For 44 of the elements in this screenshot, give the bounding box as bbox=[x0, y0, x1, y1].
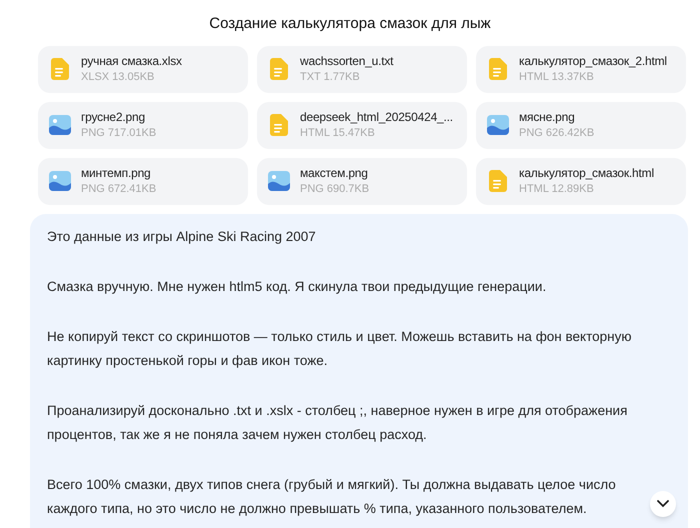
file-name: макстем.png bbox=[300, 165, 369, 182]
file-name: грусне2.png bbox=[81, 109, 146, 126]
file-card[interactable]: грусне2.png PNG 717.01KB bbox=[38, 102, 248, 148]
message-paragraph: Это данные из игры Alpine Ski Racing 2007 bbox=[47, 228, 317, 246]
file-card[interactable]: минтемп.png PNG 672.41KB bbox=[38, 158, 248, 204]
file-name: deepseek_html_20250424_... bbox=[300, 109, 453, 126]
file-meta: HTML 13.37KB bbox=[519, 70, 595, 85]
file-card[interactable]: калькулятор_смазок_2.html HTML 13.37KB bbox=[476, 46, 686, 92]
file-name: калькулятор_смазок_2.html bbox=[519, 53, 667, 70]
message-paragraph: Проанализируй досконально .txt и .xslx - столбец ;, наверное нужен в игре для отображения процентов, так же я не поняла зачем нужен столбец расход. bbox=[47, 402, 628, 444]
file-meta: PNG 626.42KB bbox=[519, 126, 594, 141]
file-meta: HTML 15.47KB bbox=[300, 126, 376, 141]
image-icon bbox=[268, 171, 290, 191]
file-card[interactable]: ручная смазка.xlsx XLSX 13.05KB bbox=[38, 46, 248, 92]
file-meta: PNG 717.01KB bbox=[81, 126, 156, 141]
file-card[interactable]: deepseek_html_20250424_... HTML 15.47KB bbox=[257, 102, 467, 148]
message-paragraph: Не копируй текст со скриншотов — только стиль и цвет. Можешь вставить на фон векторную картинку простенькой горы и фав икон тоже. bbox=[47, 328, 632, 370]
image-icon bbox=[487, 115, 509, 135]
file-meta: TXT 1.77KB bbox=[300, 70, 361, 85]
chevron-down-icon bbox=[657, 500, 669, 508]
document-icon bbox=[51, 58, 69, 80]
file-name: мясне.png bbox=[519, 109, 576, 126]
file-card[interactable]: калькулятор_смазок.html HTML 12.89KB bbox=[476, 158, 686, 204]
file-card[interactable]: мясне.png PNG 626.42KB bbox=[476, 102, 686, 148]
document-icon bbox=[270, 114, 288, 136]
document-icon bbox=[489, 170, 507, 192]
message-paragraph: Всего 100% смазки, двух типов снега (грубый и мягкий). Ты должна выдавать целое число каждого типа, но это число не должно превышать % типа, указанного пользователем. bbox=[47, 476, 617, 518]
file-name: калькулятор_смазок.html bbox=[519, 165, 654, 182]
message-paragraph: Смазка вручную. Мне нужен htlm5 код. Я скинула твои предыдущие генерации. bbox=[47, 278, 548, 296]
document-icon bbox=[489, 58, 507, 80]
file-meta: PNG 690.7KB bbox=[300, 182, 370, 197]
image-icon bbox=[49, 115, 71, 135]
file-card[interactable]: макстем.png PNG 690.7KB bbox=[257, 158, 467, 204]
file-card[interactable]: wachssorten_u.txt TXT 1.77KB bbox=[257, 46, 467, 92]
document-icon bbox=[270, 58, 288, 80]
image-icon bbox=[49, 171, 71, 191]
scroll-down-button[interactable] bbox=[650, 491, 676, 517]
file-name: минтемп.png bbox=[81, 165, 152, 182]
file-meta: HTML 12.89KB bbox=[519, 182, 595, 197]
file-name: wachssorten_u.txt bbox=[300, 53, 394, 70]
file-name: ручная смазка.xlsx bbox=[81, 53, 182, 70]
file-meta: PNG 672.41KB bbox=[81, 182, 156, 197]
chat-title: Создание калькулятора смазок для лыж bbox=[209, 14, 491, 34]
file-meta: XLSX 13.05KB bbox=[81, 70, 156, 85]
